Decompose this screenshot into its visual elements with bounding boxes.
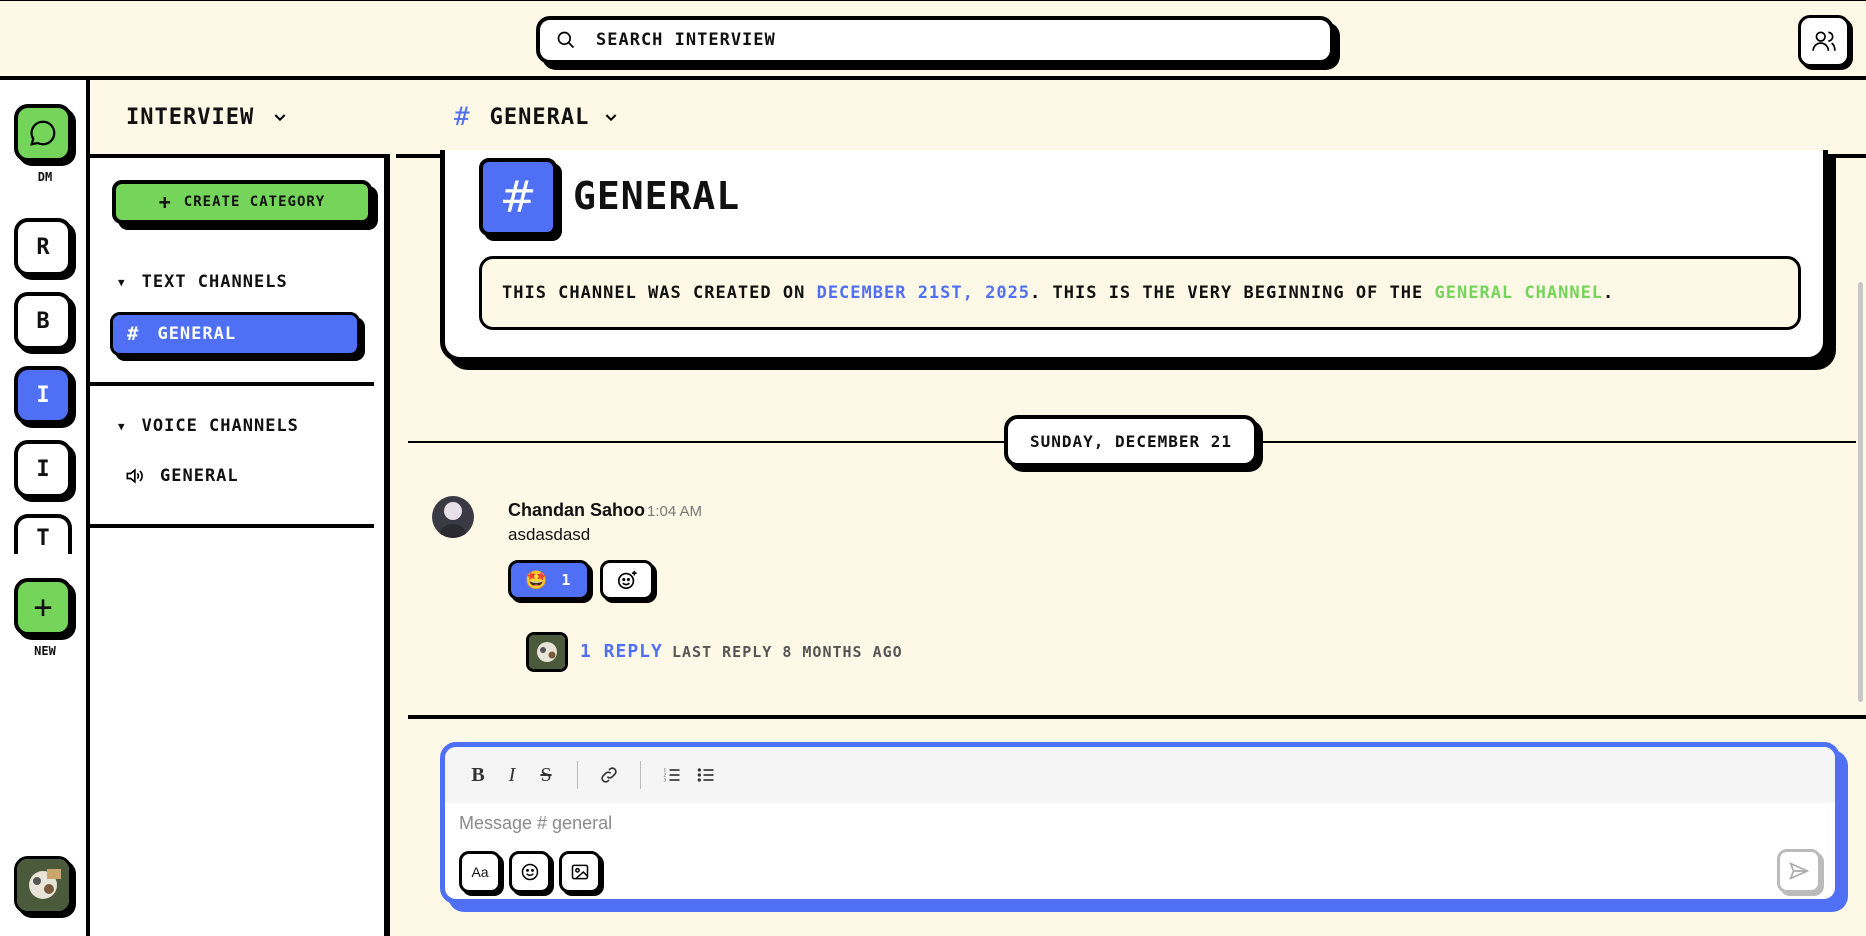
channel-item-general[interactable]: # GENERAL	[110, 312, 360, 356]
channel-title[interactable]: GENERAL	[490, 105, 590, 130]
message-author[interactable]: Chandan Sahoo	[508, 500, 645, 521]
welcome-title: GENERAL	[573, 174, 741, 218]
toolbar-separator	[640, 761, 641, 789]
channel-label: GENERAL	[160, 466, 239, 486]
server-t-button[interactable]: T	[14, 514, 72, 554]
thread-reply-link[interactable]: 1 REPLY	[580, 641, 663, 662]
speaker-icon	[126, 468, 143, 484]
divider	[90, 524, 374, 528]
image-icon	[571, 864, 589, 880]
top-bar: SEARCH INTERVIEW	[0, 0, 1866, 80]
scrollbar-thumb[interactable]	[1858, 282, 1863, 702]
server-rail: DM R B I I T + NEW	[0, 80, 90, 936]
search-placeholder: SEARCH INTERVIEW	[596, 30, 776, 50]
emoji-button[interactable]	[509, 851, 551, 893]
message-body: asdasdasd	[508, 525, 591, 544]
image-upload-button[interactable]	[559, 851, 601, 893]
toolbar-separator	[577, 761, 578, 789]
category-label: VOICE CHANNELS	[141, 416, 299, 436]
category-text-channels[interactable]: ▼ TEXT CHANNELS	[118, 272, 288, 292]
caret-down-icon: ▼	[118, 419, 126, 433]
direct-messages-button[interactable]	[14, 104, 72, 162]
channel-header: # GENERAL	[396, 80, 1866, 158]
message-timestamp: 1:04 AM	[647, 503, 703, 520]
server-name: INTERVIEW	[126, 104, 255, 130]
reply-avatar	[526, 632, 568, 672]
ordered-list-icon[interactable]: 123	[655, 758, 689, 792]
user-avatar[interactable]	[14, 856, 72, 914]
channel-link[interactable]: GENERAL CHANNEL	[1435, 283, 1604, 303]
channel-welcome-card: # GENERAL THIS CHANNEL WAS CREATED ON DE…	[440, 150, 1828, 362]
message-input[interactable]	[459, 813, 1359, 834]
bullet-list-icon[interactable]	[689, 758, 723, 792]
desc-prefix: THIS CHANNEL WAS CREATED ON	[502, 283, 817, 303]
last-reply-time: LAST REPLY 8 MONTHS AGO	[672, 643, 903, 661]
divider	[90, 382, 374, 386]
dm-label: DM	[37, 170, 53, 184]
composer-divider	[408, 715, 1866, 719]
channel-label: GENERAL	[157, 324, 237, 344]
hash-icon: #	[479, 158, 557, 236]
category-label: TEXT CHANNELS	[141, 272, 288, 292]
search-input[interactable]: SEARCH INTERVIEW	[536, 16, 1334, 64]
server-header[interactable]: INTERVIEW	[90, 80, 390, 158]
hash-icon: #	[454, 102, 470, 132]
add-reaction-button[interactable]	[600, 560, 654, 600]
avatar[interactable]	[432, 496, 474, 538]
message-composer: B I S 123 Aa	[440, 742, 1840, 904]
date-divider: SUNDAY, DECEMBER 21	[1004, 415, 1258, 467]
text-format-button[interactable]: Aa	[459, 851, 501, 893]
star-struck-emoji-icon: 🤩	[525, 569, 548, 591]
desc-middle: . THIS IS THE VERY BEGINNING OF THE	[1030, 283, 1435, 303]
plus-icon: +	[33, 588, 53, 626]
new-label: NEW	[34, 644, 56, 658]
italic-icon[interactable]: I	[495, 758, 529, 792]
create-category-button[interactable]: + CREATE CATEGORY	[112, 180, 372, 224]
desc-suffix: .	[1603, 283, 1615, 303]
server-i-button[interactable]: I	[14, 440, 72, 498]
link-icon[interactable]	[592, 758, 626, 792]
reaction-count: 1	[561, 571, 571, 589]
server-r-button[interactable]: R	[14, 218, 72, 276]
search-icon	[557, 31, 575, 49]
creation-date: DECEMBER 21ST, 2025	[816, 283, 1031, 303]
plus-icon: +	[158, 190, 172, 214]
create-category-label: CREATE CATEGORY	[183, 194, 326, 210]
smiley-plus-icon	[617, 570, 637, 590]
chevron-down-icon[interactable]	[603, 109, 619, 125]
smiley-icon	[521, 863, 539, 881]
new-server-button[interactable]: +	[14, 578, 72, 636]
users-icon	[1812, 31, 1836, 51]
server-interview-button[interactable]: I	[14, 366, 72, 424]
send-button[interactable]	[1777, 849, 1821, 893]
chevron-down-icon	[274, 114, 286, 122]
hash-icon: #	[127, 323, 140, 345]
voice-channel-general[interactable]: GENERAL	[124, 466, 239, 486]
chat-bubble-icon	[30, 120, 56, 146]
send-icon	[1789, 862, 1810, 880]
format-toolbar: B I S 123	[445, 747, 1835, 803]
channel-sidebar: INTERVIEW + CREATE CATEGORY ▼ TEXT CHANN…	[90, 80, 390, 936]
welcome-description: THIS CHANNEL WAS CREATED ON DECEMBER 21S…	[479, 256, 1801, 330]
category-voice-channels[interactable]: ▼ VOICE CHANNELS	[118, 416, 299, 436]
caret-down-icon: ▼	[118, 275, 126, 289]
server-b-button[interactable]: B	[14, 292, 72, 350]
bold-icon[interactable]: B	[461, 758, 495, 792]
svg-text:3: 3	[664, 779, 667, 784]
strikethrough-icon[interactable]: S	[529, 758, 563, 792]
reaction-button[interactable]: 🤩 1	[508, 560, 590, 600]
members-button[interactable]	[1798, 15, 1850, 67]
